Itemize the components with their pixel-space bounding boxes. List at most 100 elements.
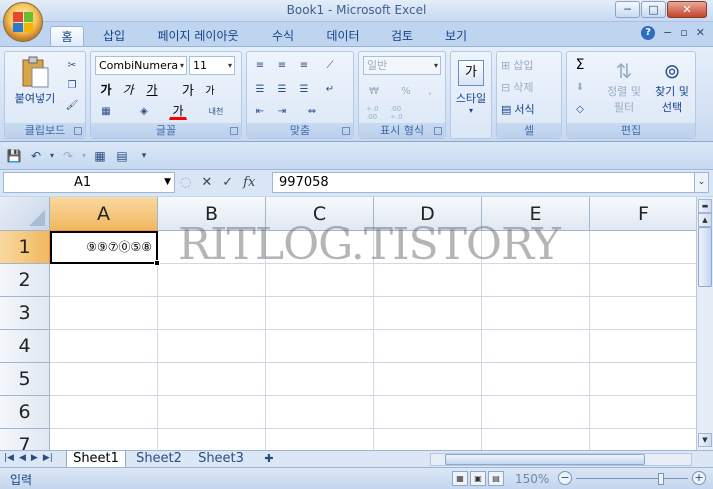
zoom-track[interactable] [576,478,688,479]
orientation-icon[interactable]: ⟋ [321,56,339,74]
ribbon-restore-icon[interactable]: ▫ [680,26,687,40]
insert-cells-button[interactable]: ⊞ 삽입 [501,56,557,74]
tab-data[interactable]: 데이터 [318,26,368,46]
font-size-select[interactable]: 11 ▾ [189,56,235,75]
autosum-button[interactable]: Σ [571,56,589,74]
percent-button[interactable]: % [397,82,415,100]
find-select-button[interactable]: ⊚ 찾기 및 선택 [649,54,695,120]
scroll-down-icon[interactable]: ▼ [698,433,712,447]
normal-view-icon[interactable]: ▦ [452,471,468,486]
copy-icon[interactable]: ❐ [63,76,81,94]
fill-icon[interactable]: ⬇ [571,78,589,96]
shrink-font-button[interactable]: 가 [201,80,219,98]
number-launcher-icon[interactable] [434,127,442,135]
name-box[interactable]: A1 ▼ [3,172,175,193]
formula-input[interactable]: 997058 [272,172,696,193]
minimize-button[interactable]: ─ [615,1,640,18]
close-button[interactable]: ✕ [667,1,707,18]
format-cells-button[interactable]: ▤ 서식 [501,100,557,118]
row-header-4[interactable]: 4 [0,330,50,363]
align-middle-icon[interactable]: ≡ [273,56,291,74]
select-all-button[interactable] [0,197,50,231]
wrap-text-icon[interactable]: ↵ [321,80,339,98]
sheet-tab-2[interactable]: Sheet2 [130,451,188,468]
bold-button[interactable]: 가 [97,80,115,98]
cut-icon[interactable]: ✂ [63,56,81,74]
row-header-1[interactable]: 1 [0,231,50,264]
zoom-out-icon[interactable]: − [558,471,572,485]
zoom-slider[interactable]: − + [558,471,708,487]
clipboard-launcher-icon[interactable] [74,127,82,135]
maximize-button[interactable]: □ [641,1,666,18]
font-color-button[interactable]: 가 [169,102,187,120]
decrease-decimal-button[interactable]: .00 ÷.0 [389,104,409,122]
tab-insert[interactable]: 삽입 [94,26,134,46]
zoom-in-icon[interactable]: + [692,471,706,485]
tab-review[interactable]: 검토 [382,26,422,46]
currency-button[interactable]: ₩ [365,82,383,100]
vertical-scroll-thumb[interactable] [698,227,712,287]
paste-button[interactable]: 붙여넣기 [9,54,61,108]
zoom-knob[interactable] [658,473,664,485]
phonetic-button[interactable]: 내천 [203,102,229,120]
save-icon[interactable]: 💾 [6,148,22,164]
row-header-2[interactable]: 2 [0,264,50,297]
align-top-icon[interactable]: ≡ [251,56,269,74]
undo-dropdown-icon[interactable]: ▾ [44,148,60,164]
cancel-entry-button[interactable]: ✕ [201,175,212,190]
clear-icon[interactable]: ◇ [571,100,589,118]
help-icon[interactable]: ? [641,26,656,40]
font-launcher-icon[interactable] [230,127,238,135]
insert-function-button[interactable]: fx [243,175,255,190]
row-header-3[interactable]: 3 [0,297,50,330]
page-break-view-icon[interactable]: ▤ [488,471,504,486]
row-header-7[interactable]: 7 [0,429,50,450]
sheet-tab-1[interactable]: Sheet1 [66,451,126,468]
cell-a1[interactable]: ⑨⑨⑦⓪⑤⑧ [50,231,160,266]
align-left-icon[interactable]: ☰ [251,80,269,98]
page-layout-view-icon[interactable]: ▣ [470,471,486,486]
table-icon[interactable]: ▦ [92,148,108,164]
insert-sheet-icon[interactable]: ✚ [256,451,282,468]
ribbon-close-icon[interactable]: ✕ [696,26,705,40]
increase-indent-icon[interactable]: ⇥ [273,102,291,120]
align-center-icon[interactable]: ☰ [273,80,291,98]
tab-home[interactable]: 홈 [50,26,84,46]
ribbon-minimize-icon[interactable]: − [663,26,672,40]
expand-formula-bar-icon[interactable]: ⌄ [694,172,709,193]
vertical-scrollbar[interactable]: ▬ ▲ ▼ [696,197,713,450]
redo-icon[interactable]: ↷ [60,148,76,164]
fill-color-icon[interactable]: ◈ [135,102,153,120]
underline-button[interactable]: 가 [143,80,161,98]
number-format-select[interactable]: 일반 ▾ [363,56,441,75]
first-sheet-icon[interactable]: |◀ [4,453,14,463]
enter-entry-button[interactable]: ✓ [222,175,233,190]
merge-center-icon[interactable]: ⇔ [303,102,321,120]
scroll-up-icon[interactable]: ▲ [698,213,712,227]
undo-icon[interactable]: ↶ [28,148,44,164]
delete-cells-button[interactable]: ⊟ 삭제 [501,78,557,96]
column-header-a[interactable]: A [50,197,158,231]
next-sheet-icon[interactable]: ▶ [31,453,38,463]
styles-button[interactable]: 가 스타일 ▾ [453,54,489,120]
office-button[interactable] [3,2,43,42]
tab-view[interactable]: 보기 [436,26,476,46]
column-header-f[interactable]: F [590,197,696,231]
name-box-dropdown-icon[interactable]: ▼ [164,173,171,192]
tab-formulas[interactable]: 수식 [262,26,304,46]
worksheet-grid[interactable]: A B C D E F 1 2 3 4 5 6 7 ⑨⑨⑦⓪⑤⑧ RITLOG.… [0,197,696,450]
fill-handle[interactable] [154,260,160,266]
borders-icon[interactable]: ▦ [97,102,115,120]
row-header-6[interactable]: 6 [0,396,50,429]
tab-page-layout[interactable]: 페이지 레이아웃 [148,26,248,46]
redo-dropdown-icon[interactable]: ▾ [76,148,92,164]
align-right-icon[interactable]: ☰ [295,80,313,98]
prev-sheet-icon[interactable]: ◀ [19,453,26,463]
grow-font-button[interactable]: 가 [179,80,197,99]
split-box-icon[interactable]: ▬ [698,199,712,213]
row-header-5[interactable]: 5 [0,363,50,396]
comma-button[interactable]: , [421,82,439,100]
sheet-tab-3[interactable]: Sheet3 [192,451,250,468]
increase-decimal-button[interactable]: +.0 .00 [365,104,385,122]
font-name-select[interactable]: CombiNumera ▾ [95,56,187,75]
